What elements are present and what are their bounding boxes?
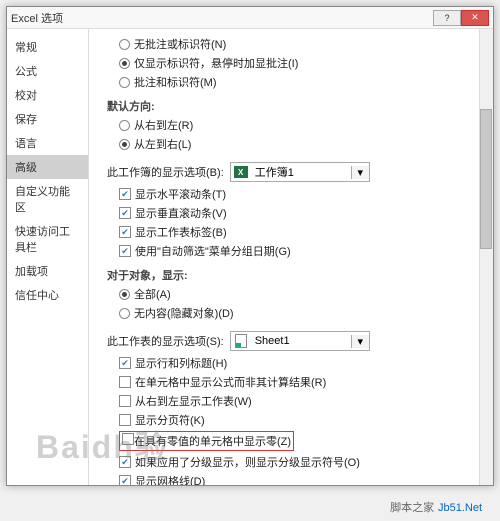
radio-button[interactable] <box>119 39 130 50</box>
sidebar-item[interactable]: 常规 <box>7 35 88 59</box>
checkbox-row: 显示网格线(D) <box>119 473 483 485</box>
radio-row: 从左到右(L) <box>119 136 483 152</box>
checkbox[interactable] <box>119 226 131 238</box>
workbook-value: 工作簿1 <box>251 164 351 180</box>
checkbox-row: 如果应用了分级显示，则显示分级显示符号(O) <box>119 454 483 470</box>
sidebar-item[interactable]: 公式 <box>7 59 88 83</box>
excel-icon: X <box>233 164 249 180</box>
radio-row: 仅显示标识符，悬停时加显批注(I) <box>119 55 483 71</box>
footer: 脚本之家 Jb51.Net <box>0 492 500 521</box>
checkbox[interactable] <box>119 207 131 219</box>
radio-button[interactable] <box>119 120 130 131</box>
chevron-down-icon[interactable]: ▾ <box>351 166 369 179</box>
sidebar-item[interactable]: 保存 <box>7 107 88 131</box>
highlighted-option: 在具有零值的单元格中显示零(Z) <box>119 431 294 451</box>
checkbox-row: 在单元格中显示公式而非其计算结果(R) <box>119 374 483 390</box>
checkbox-row: 显示分页符(K) <box>119 412 483 428</box>
checkbox-row: 从右到左显示工作表(W) <box>119 393 483 409</box>
scrollbar-track[interactable] <box>479 29 493 485</box>
sheet-label: 此工作表的显示选项(S): <box>107 333 224 349</box>
sidebar-item[interactable]: 自定义功能区 <box>7 179 88 219</box>
checkbox-row: 显示水平滚动条(T) <box>119 186 483 202</box>
close-button[interactable]: ✕ <box>461 10 489 26</box>
radio-button[interactable] <box>119 289 130 300</box>
checkbox-label: 显示网格线(D) <box>135 473 205 485</box>
checkbox[interactable] <box>119 188 131 200</box>
sheet-icon <box>233 333 249 349</box>
radio-row: 批注和标识符(M) <box>119 74 483 90</box>
footer-brand: 脚本之家 <box>390 502 434 514</box>
radio-label: 无批注或标识符(N) <box>134 36 226 52</box>
checkbox[interactable] <box>119 245 131 257</box>
content-pane: 无批注或标识符(N) 仅显示标识符，悬停时加显批注(I) 批注和标识符(M) 默认方… <box>89 29 493 485</box>
sidebar-item[interactable]: 语言 <box>7 131 88 155</box>
sidebar-item[interactable]: 加载项 <box>7 259 88 283</box>
checkbox-label: 显示垂直滚动条(V) <box>135 205 227 221</box>
radio-label: 全部(A) <box>134 286 171 302</box>
sidebar-item[interactable]: 高级 <box>7 155 88 179</box>
checkbox-row: 显示工作表标签(B) <box>119 224 483 240</box>
checkbox-row: 显示行和列标题(H) <box>119 355 483 371</box>
checkbox-label: 显示行和列标题(H) <box>135 355 227 371</box>
radio-button[interactable] <box>119 139 130 150</box>
radio-label: 从右到左(R) <box>134 117 193 133</box>
footer-link[interactable]: Jb51.Net <box>438 502 482 514</box>
checkbox[interactable] <box>119 357 131 369</box>
checkbox-row: 显示垂直滚动条(V) <box>119 205 483 221</box>
objects-heading: 对于对象，显示: <box>107 267 483 283</box>
radio-row: 无内容(隐藏对象)(D) <box>119 305 483 321</box>
checkbox-label: 显示分页符(K) <box>135 412 205 428</box>
sidebar: 常规公式校对保存语言高级自定义功能区快速访问工具栏加载项信任中心 <box>7 29 89 485</box>
checkbox-label: 显示水平滚动条(T) <box>135 186 226 202</box>
checkbox-row: 使用"自动筛选"菜单分组日期(G) <box>119 243 483 259</box>
chevron-down-icon[interactable]: ▾ <box>351 335 369 348</box>
radio-label: 批注和标识符(M) <box>134 74 217 90</box>
scrollbar-thumb[interactable] <box>480 109 492 249</box>
sheet-display-section: 此工作表的显示选项(S): Sheet1 ▾ <box>107 331 483 351</box>
checkbox-label: 在具有零值的单元格中显示零(Z) <box>134 436 291 448</box>
window-title: Excel 选项 <box>11 10 433 26</box>
checkbox[interactable] <box>119 456 131 468</box>
window-buttons: ? ✕ <box>433 10 489 26</box>
checkbox[interactable] <box>119 376 131 388</box>
radio-label: 无内容(隐藏对象)(D) <box>134 305 234 321</box>
checkbox-label: 使用"自动筛选"菜单分组日期(G) <box>135 243 291 259</box>
checkbox-label: 在单元格中显示公式而非其计算结果(R) <box>135 374 326 390</box>
radio-button[interactable] <box>119 77 130 88</box>
radio-label: 仅显示标识符，悬停时加显批注(I) <box>134 55 298 71</box>
radio-button[interactable] <box>119 58 130 69</box>
checkbox[interactable] <box>119 475 131 485</box>
checkbox-label: 显示工作表标签(B) <box>135 224 227 240</box>
sheet-select[interactable]: Sheet1 ▾ <box>230 331 370 351</box>
checkbox[interactable] <box>122 433 134 445</box>
radio-label: 从左到右(L) <box>134 136 191 152</box>
workbook-select[interactable]: X 工作簿1 ▾ <box>230 162 370 182</box>
direction-heading: 默认方向: <box>107 98 483 114</box>
sidebar-item[interactable]: 信任中心 <box>7 283 88 307</box>
checkbox-label: 从右到左显示工作表(W) <box>135 393 252 409</box>
sidebar-item[interactable]: 校对 <box>7 83 88 107</box>
dialog-body: 常规公式校对保存语言高级自定义功能区快速访问工具栏加载项信任中心 无批注或标识符… <box>7 29 493 485</box>
help-button[interactable]: ? <box>433 10 461 26</box>
radio-button[interactable] <box>119 308 130 319</box>
radio-row: 从右到左(R) <box>119 117 483 133</box>
options-dialog: Excel 选项 ? ✕ 常规公式校对保存语言高级自定义功能区快速访问工具栏加载… <box>6 6 494 486</box>
checkbox[interactable] <box>119 395 131 407</box>
workbook-display-section: 此工作簿的显示选项(B): X 工作簿1 ▾ <box>107 162 483 182</box>
sidebar-item[interactable]: 快速访问工具栏 <box>7 219 88 259</box>
checkbox[interactable] <box>119 414 131 426</box>
radio-row: 无批注或标识符(N) <box>119 36 483 52</box>
checkbox-label: 如果应用了分级显示，则显示分级显示符号(O) <box>135 454 360 470</box>
sheet-value: Sheet1 <box>251 335 351 347</box>
radio-row: 全部(A) <box>119 286 483 302</box>
titlebar: Excel 选项 ? ✕ <box>7 7 493 29</box>
workbook-label: 此工作簿的显示选项(B): <box>107 164 224 180</box>
checkbox-row: 在具有零值的单元格中显示零(Z) <box>119 431 483 451</box>
